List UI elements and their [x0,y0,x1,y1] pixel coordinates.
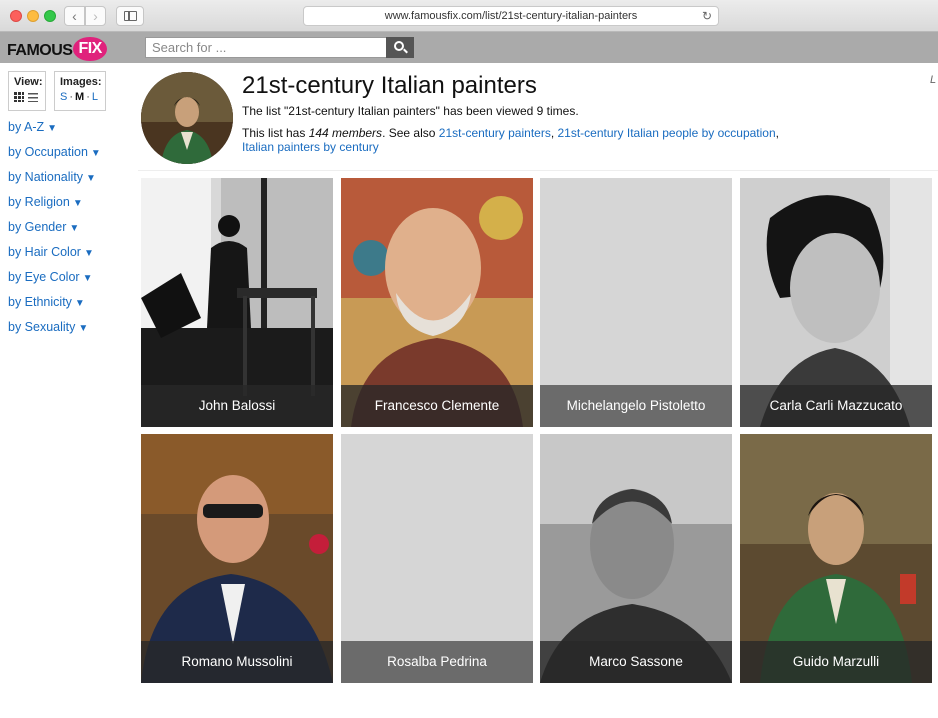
divider [138,170,938,171]
reload-icon[interactable]: ↻ [702,7,712,25]
filter-nationality[interactable]: by Nationality ▼ [8,170,101,195]
caret-down-icon: ▼ [72,198,83,209]
caret-down-icon: ▼ [82,273,93,284]
address-bar[interactable]: www.famousfix.com/list/21st-century-ital… [303,6,719,26]
filter-hair-color[interactable]: by Hair Color ▼ [8,245,101,270]
caret-down-icon: ▼ [78,323,89,334]
link-italian-painters-by-century[interactable]: Italian painters by century [242,140,379,154]
famousfix-logo[interactable]: FAMOUS FIX [7,37,107,63]
members-summary: This list has 144 members. See also 21st… [242,126,779,154]
filter-az[interactable]: by A-Z ▼ [8,120,101,145]
size-medium-link[interactable]: M [75,91,84,103]
minimize-window-button[interactable] [27,10,39,22]
close-window-button[interactable] [10,10,22,22]
person-name: Rosalba Pedrina [341,641,533,683]
filter-eye-color[interactable]: by Eye Color ▼ [8,270,101,295]
caret-down-icon: ▼ [74,298,85,309]
list-view-icon[interactable] [28,92,38,102]
link-21st-century-painters[interactable]: 21st-century painters [439,126,551,140]
person-card-marco-sassone[interactable]: Marco Sassone [540,434,732,683]
site-header: FAMOUS FIX [0,32,938,63]
link-italian-people-by-occupation[interactable]: 21st-century Italian people by occupatio… [558,126,776,140]
person-card-carla-carli-mazzucato[interactable]: Carla Carli Mazzucato [740,178,932,427]
size-small-link[interactable]: S [60,91,67,103]
filter-gender[interactable]: by Gender ▼ [8,220,101,245]
person-card-rosalba-pedrina[interactable]: Rosalba Pedrina [341,434,533,683]
image-size-box: Images: S · M · L [54,71,106,111]
person-name: Marco Sassone [540,641,732,683]
filter-menu: by A-Z ▼ by Occupation ▼ by Nationality ▼ b… [8,120,101,345]
sidebar-toggle-button[interactable] [116,6,144,26]
member-count: 144 members [308,126,383,140]
search-input[interactable] [145,37,387,58]
person-name: Romano Mussolini [141,641,333,683]
size-large-link[interactable]: L [92,91,98,103]
back-button[interactable]: ‹ [64,6,85,26]
person-card-romano-mussolini[interactable]: Romano Mussolini [141,434,333,683]
page-title: 21st-century Italian painters [242,72,537,99]
logo-text: FAMOUS [7,42,73,59]
url-text: www.famousfix.com/list/21st-century-ital… [384,10,638,22]
filter-sexuality[interactable]: by Sexuality ▼ [8,320,101,345]
browser-toolbar: ‹ › www.famousfix.com/list/21st-century-… [0,0,938,32]
chevron-left-icon: ‹ [72,8,77,24]
cut-off-text: L [930,74,937,86]
person-card-john-balossi[interactable]: John Balossi [141,178,333,427]
person-name: Michelangelo Pistoletto [540,385,732,427]
sidebar-icon [124,11,137,21]
caret-down-icon: ▼ [47,123,58,134]
view-count-text: The list "21st-century Italian painters"… [242,104,579,118]
person-name: John Balossi [141,385,333,427]
zoom-window-button[interactable] [44,10,56,22]
person-name: Carla Carli Mazzucato [740,385,932,427]
images-label: Images: [60,76,102,88]
chevron-right-icon: › [93,8,98,24]
forward-button[interactable]: › [85,6,106,26]
list-avatar [141,72,233,164]
person-name: Guido Marzulli [740,641,932,683]
logo-fix-badge: FIX [73,37,107,61]
painted-portrait-thumbnail [141,72,233,164]
view-mode-box: View: [8,71,46,111]
caret-down-icon: ▼ [90,148,101,159]
person-name: Francesco Clemente [341,385,533,427]
caret-down-icon: ▼ [83,248,94,259]
filter-occupation[interactable]: by Occupation ▼ [8,145,101,170]
search-button[interactable] [386,37,414,58]
person-card-francesco-clemente[interactable]: Francesco Clemente [341,178,533,427]
grid-view-icon[interactable] [14,92,24,103]
filter-ethnicity[interactable]: by Ethnicity ▼ [8,295,101,320]
person-card-michelangelo-pistoletto[interactable]: Michelangelo Pistoletto [540,178,732,427]
filter-religion[interactable]: by Religion ▼ [8,195,101,220]
person-card-guido-marzulli[interactable]: Guido Marzulli [740,434,932,683]
caret-down-icon: ▼ [86,173,96,184]
caret-down-icon: ▼ [69,223,80,234]
view-label: View: [14,76,43,88]
